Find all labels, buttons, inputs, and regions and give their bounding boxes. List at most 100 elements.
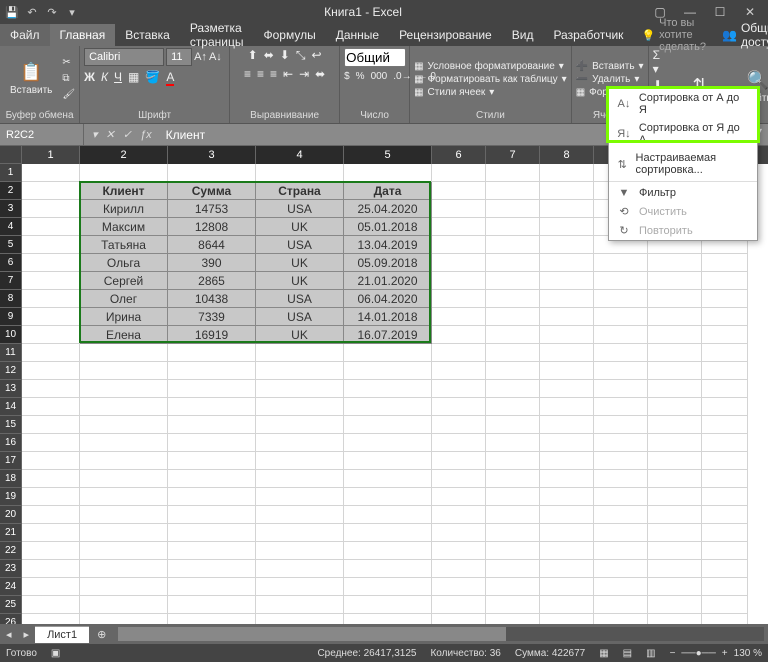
cell[interactable] [486,416,540,434]
comma-icon[interactable]: 000 [371,71,388,82]
cell[interactable] [432,380,486,398]
cell[interactable] [540,614,594,624]
cell[interactable] [702,452,748,470]
cell[interactable] [168,488,256,506]
cell[interactable] [486,614,540,624]
row-header[interactable]: 21 [0,524,22,542]
cell[interactable] [486,434,540,452]
cell[interactable] [702,434,748,452]
cell[interactable] [702,362,748,380]
cell[interactable] [168,596,256,614]
menu-filter[interactable]: ▼Фильтр [609,184,757,202]
cell[interactable] [432,164,486,182]
cell[interactable] [168,380,256,398]
cell[interactable] [702,326,748,344]
cell[interactable] [256,596,344,614]
row-header[interactable]: 17 [0,452,22,470]
cell[interactable] [80,560,168,578]
align-left-icon[interactable]: ≡ [244,67,251,81]
cell[interactable] [256,488,344,506]
cell[interactable] [540,254,594,272]
cell[interactable] [702,542,748,560]
cell[interactable]: 06.04.2020 [344,290,432,308]
row-header[interactable]: 15 [0,416,22,434]
cell[interactable] [540,290,594,308]
cell[interactable] [594,506,648,524]
column-header[interactable]: 6 [432,146,486,164]
cell[interactable] [594,398,648,416]
cell[interactable] [432,614,486,624]
cell[interactable] [22,182,80,200]
fill-color-icon[interactable]: 🪣 [145,70,160,84]
cell[interactable] [432,398,486,416]
indent-dec-icon[interactable]: ⇤ [283,67,293,81]
cell[interactable] [594,380,648,398]
cell[interactable] [22,488,80,506]
cell[interactable]: 25.04.2020 [344,200,432,218]
cell[interactable]: Сумма [168,182,256,200]
cell[interactable] [702,272,748,290]
cell[interactable] [344,164,432,182]
cell[interactable] [22,596,80,614]
cell[interactable] [344,344,432,362]
cell[interactable] [648,380,702,398]
cell[interactable] [432,290,486,308]
cell[interactable] [432,578,486,596]
cell[interactable] [168,362,256,380]
format-painter-icon[interactable]: 🖌 [62,88,75,102]
column-header[interactable]: 1 [22,146,80,164]
orientation-icon[interactable]: ⤡ [296,48,306,63]
cell[interactable] [540,434,594,452]
cell[interactable] [648,506,702,524]
row-header[interactable]: 26 [0,614,22,624]
cell[interactable] [256,380,344,398]
add-sheet-icon[interactable]: ⊕ [89,628,114,641]
cell[interactable] [432,362,486,380]
cell[interactable] [22,164,80,182]
cell[interactable] [432,326,486,344]
cell[interactable] [702,578,748,596]
autosum-icon[interactable]: Σ ▾ [653,48,663,76]
cell[interactable] [702,254,748,272]
cell[interactable] [22,254,80,272]
column-header[interactable]: 8 [540,146,594,164]
cell[interactable] [648,542,702,560]
cell-styles-button[interactable]: ▦Стили ячеек▾ [414,87,567,98]
row-header[interactable]: 19 [0,488,22,506]
cell[interactable] [256,452,344,470]
cell[interactable] [344,578,432,596]
cell[interactable] [80,434,168,452]
cell[interactable] [168,398,256,416]
tab-pagelayout[interactable]: Разметка страницы [180,24,254,46]
tab-insert[interactable]: Вставка [115,24,180,46]
column-header[interactable]: 2 [80,146,168,164]
cell[interactable] [256,164,344,182]
tab-data[interactable]: Данные [326,24,389,46]
menu-custom-sort[interactable]: ⇅Настраиваемая сортировка... [609,149,757,179]
cell[interactable] [486,254,540,272]
cell[interactable]: Ольга [80,254,168,272]
row-header[interactable]: 18 [0,470,22,488]
cell[interactable] [540,380,594,398]
cell[interactable] [702,308,748,326]
cell[interactable] [168,542,256,560]
cell[interactable] [702,506,748,524]
cell[interactable] [486,362,540,380]
cell[interactable] [432,506,486,524]
format-table-button[interactable]: ▦Форматировать как таблицу▾ [414,74,567,85]
cell[interactable] [344,380,432,398]
cell[interactable] [168,506,256,524]
zoom-slider[interactable]: ──●── [681,648,715,659]
cell[interactable] [256,470,344,488]
cell[interactable] [344,524,432,542]
cell[interactable] [648,326,702,344]
cell[interactable] [344,452,432,470]
cell[interactable] [432,434,486,452]
cell[interactable] [168,434,256,452]
cell[interactable] [344,470,432,488]
cell[interactable] [702,488,748,506]
cell[interactable] [168,452,256,470]
cell[interactable]: 13.04.2019 [344,236,432,254]
cell[interactable] [256,524,344,542]
align-center-icon[interactable]: ≡ [257,67,264,81]
